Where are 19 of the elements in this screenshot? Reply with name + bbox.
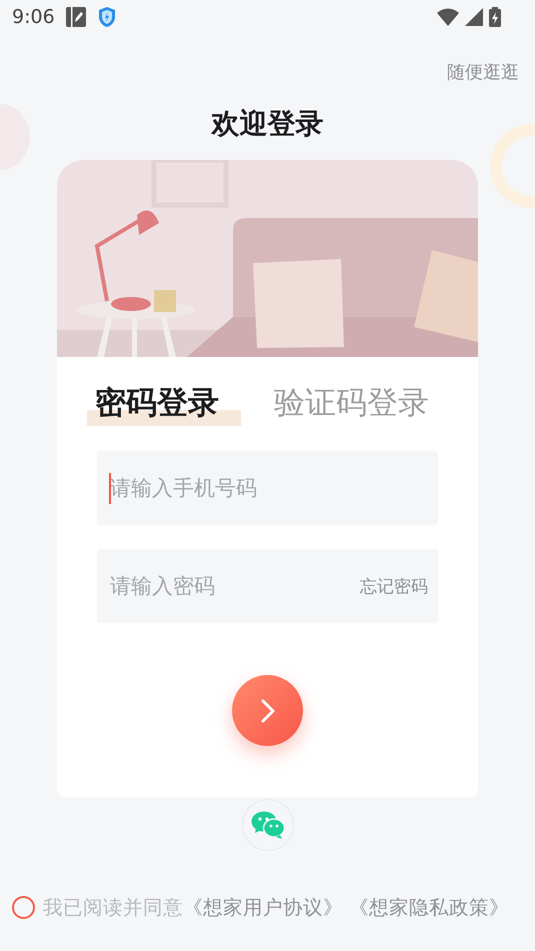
- login-tab[interactable]: 密码登录: [95, 382, 219, 424]
- input-field[interactable]: 请输入手机号码: [97, 451, 438, 525]
- forgot-password-link[interactable]: 忘记密码: [360, 575, 428, 598]
- policy-link[interactable]: 《想家隐私政策》: [349, 894, 509, 921]
- shield-icon: [96, 6, 117, 28]
- battery-icon: [489, 7, 501, 27]
- notepad-icon: [64, 6, 87, 28]
- page-title: 欢迎登录: [212, 106, 324, 142]
- agree-checkbox[interactable]: [12, 896, 35, 919]
- wechat-login-button[interactable]: [242, 799, 294, 851]
- clock: 9:06: [12, 6, 55, 28]
- wifi-icon: [437, 8, 459, 26]
- signal-icon: [465, 8, 483, 26]
- login-tab[interactable]: 验证码登录: [274, 382, 429, 424]
- chat-bubbles-icon: [250, 811, 284, 839]
- chevron-right-icon: [260, 698, 274, 722]
- agreement-text: 我已阅读并同意: [43, 895, 183, 921]
- policy-link[interactable]: 《想家用户协议》: [183, 894, 343, 921]
- skip-link[interactable]: 随便逛逛: [447, 60, 519, 90]
